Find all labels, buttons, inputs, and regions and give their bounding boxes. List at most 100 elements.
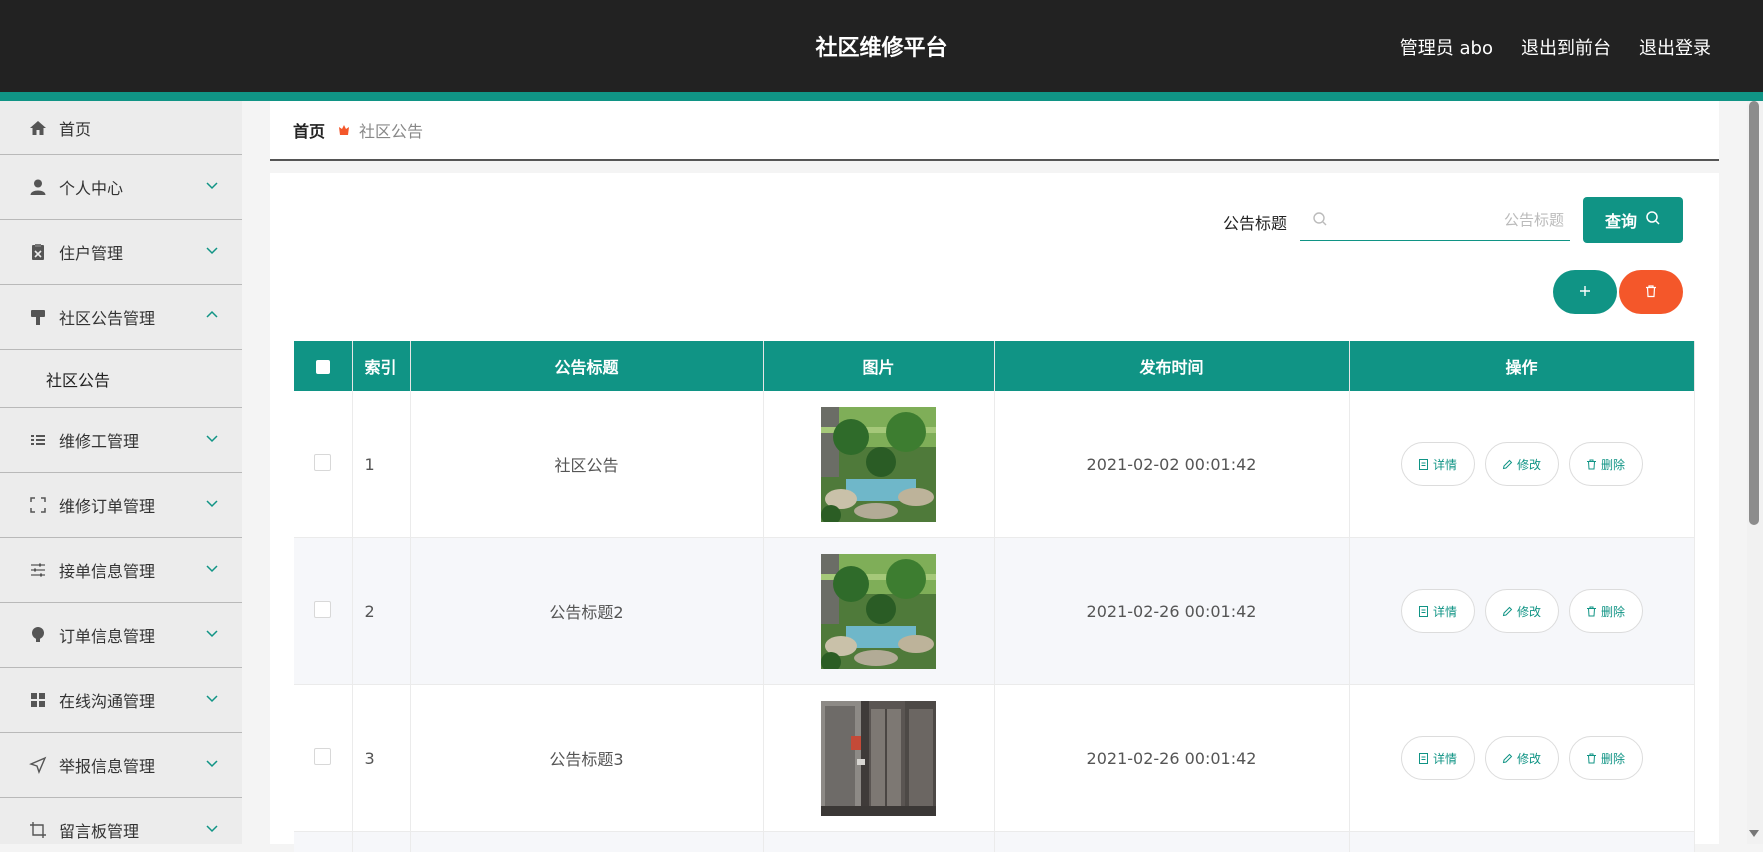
sidebar-item-label: 接单信息管理 xyxy=(59,558,155,582)
scroll-down-arrow-icon[interactable] xyxy=(1749,830,1759,837)
row-time-cell xyxy=(994,832,1349,852)
send-icon xyxy=(28,755,48,775)
edit-button-label: 修改 xyxy=(1517,603,1541,620)
edit-button[interactable]: 修改 xyxy=(1485,736,1559,780)
edit-button[interactable]: 修改 xyxy=(1485,589,1559,633)
announcement-table: 索引 公告标题 图片 发布时间 操作 1 社区公告 xyxy=(294,341,1695,852)
detail-button-label: 详情 xyxy=(1433,603,1457,620)
row-checkbox[interactable] xyxy=(314,748,331,765)
add-button[interactable] xyxy=(1553,270,1617,314)
delete-button[interactable]: 删除 xyxy=(1569,589,1643,633)
edit-button-label: 修改 xyxy=(1517,750,1541,767)
sidebar-item-order-info-management[interactable]: 订单信息管理 xyxy=(0,603,242,668)
row-image-cell xyxy=(763,832,994,852)
top-links: 管理员 abo 退出到前台 退出登录 xyxy=(1400,34,1711,60)
elevator-photo xyxy=(821,701,936,816)
sidebar-item-repairman-management[interactable]: 维修工管理 xyxy=(0,408,242,473)
sidebar-item-announcement-management[interactable]: 社区公告管理 xyxy=(0,285,242,350)
sidebar-item-label: 维修工管理 xyxy=(59,428,139,452)
breadcrumb-home[interactable]: 首页 xyxy=(293,118,325,142)
column-header-title: 公告标题 xyxy=(410,341,763,391)
top-bar: 社区维修平台 管理员 abo 退出到前台 退出登录 xyxy=(0,0,1763,92)
edit-button-label: 修改 xyxy=(1517,456,1541,473)
delete-button[interactable]: 删除 xyxy=(1569,736,1643,780)
detail-button[interactable]: 详情 xyxy=(1401,736,1475,780)
logout-link[interactable]: 退出登录 xyxy=(1639,34,1711,60)
home-icon xyxy=(28,118,48,138)
back-to-front-link[interactable]: 退出到前台 xyxy=(1521,34,1611,60)
table-row xyxy=(294,832,1694,852)
sidebar-item-label: 举报信息管理 xyxy=(59,753,155,777)
row-time: 2021-02-02 00:01:42 xyxy=(994,391,1349,538)
pencil-icon xyxy=(1502,459,1513,470)
sidebar-item-repair-order-management[interactable]: 维修订单管理 xyxy=(0,473,242,538)
row-index-cell xyxy=(352,832,410,852)
trash-icon xyxy=(1586,753,1597,764)
sidebar-item-online-chat-management[interactable]: 在线沟通管理 xyxy=(0,668,242,733)
sidebar-item-resident-management[interactable]: 住户管理 xyxy=(0,220,242,285)
chevron-down-icon xyxy=(204,820,220,836)
chevron-down-icon xyxy=(204,495,220,511)
row-image-cell xyxy=(763,685,994,832)
row-checkbox-cell xyxy=(294,685,352,832)
chevron-down-icon xyxy=(204,242,220,258)
delete-button-label: 删除 xyxy=(1601,603,1625,620)
trash-icon xyxy=(1644,283,1658,302)
detail-button-label: 详情 xyxy=(1433,750,1457,767)
detail-button-label: 详情 xyxy=(1433,456,1457,473)
crop-icon xyxy=(28,820,48,840)
search-input[interactable] xyxy=(1338,205,1566,235)
column-header-image: 图片 xyxy=(763,341,994,391)
query-button[interactable]: 查询 xyxy=(1583,197,1683,243)
column-header-actions: 操作 xyxy=(1349,341,1694,391)
select-all-checkbox[interactable] xyxy=(316,360,330,374)
delete-button[interactable]: 删除 xyxy=(1569,442,1643,486)
search-icon xyxy=(1312,211,1328,231)
sidebar-item-personal-center[interactable]: 个人中心 xyxy=(0,155,242,220)
row-index: 2 xyxy=(352,538,410,685)
trash-icon xyxy=(1586,459,1597,470)
admin-user-label[interactable]: 管理员 abo xyxy=(1400,34,1493,60)
sidebar-item-message-board-management[interactable]: 留言板管理 xyxy=(0,798,242,844)
sidebar-subitem-announcement[interactable]: 社区公告 xyxy=(0,350,242,408)
table-row: 3 公告标题3 xyxy=(294,685,1694,832)
document-icon xyxy=(1418,459,1429,470)
row-image-cell xyxy=(763,391,994,538)
row-checkbox[interactable] xyxy=(314,601,331,618)
row-title: 社区公告 xyxy=(410,391,763,538)
document-icon xyxy=(1418,753,1429,764)
sidebar-item-label: 住户管理 xyxy=(59,240,123,264)
row-actions: 详情 修改 删除 xyxy=(1349,685,1694,832)
fullscreen-icon xyxy=(28,495,48,515)
row-checkbox[interactable] xyxy=(314,454,331,471)
list-icon xyxy=(28,430,48,450)
row-index: 1 xyxy=(352,391,410,538)
row-checkbox-cell xyxy=(294,832,352,852)
plus-icon xyxy=(1578,282,1592,303)
row-time: 2021-02-26 00:01:42 xyxy=(994,685,1349,832)
delete-button-label: 删除 xyxy=(1601,456,1625,473)
detail-button[interactable]: 详情 xyxy=(1401,589,1475,633)
query-button-label: 查询 xyxy=(1605,208,1637,232)
sidebar-item-order-taking-management[interactable]: 接单信息管理 xyxy=(0,538,242,603)
sidebar-item-report-management[interactable]: 举报信息管理 xyxy=(0,733,242,798)
pencil-icon xyxy=(1502,753,1513,764)
column-header-index: 索引 xyxy=(352,341,410,391)
scrollbar-thumb[interactable] xyxy=(1749,101,1759,525)
sidebar-item-label: 社区公告管理 xyxy=(59,305,155,329)
batch-delete-button[interactable] xyxy=(1619,270,1683,314)
grid-icon xyxy=(28,690,48,710)
edit-button[interactable]: 修改 xyxy=(1485,442,1559,486)
detail-button[interactable]: 详情 xyxy=(1401,442,1475,486)
chevron-down-icon xyxy=(204,177,220,193)
row-checkbox-cell xyxy=(294,391,352,538)
sidebar-item-label: 留言板管理 xyxy=(59,818,139,842)
sidebar-item-home[interactable]: 首页 xyxy=(0,101,242,155)
sidebar-item-label: 维修订单管理 xyxy=(59,493,155,517)
chevron-up-icon xyxy=(204,307,220,323)
flag-icon xyxy=(337,123,351,137)
search-label: 公告标题 xyxy=(1223,210,1287,234)
row-actions: 详情 修改 删除 xyxy=(1349,391,1694,538)
chevron-down-icon xyxy=(204,625,220,641)
row-title-cell xyxy=(410,832,763,852)
